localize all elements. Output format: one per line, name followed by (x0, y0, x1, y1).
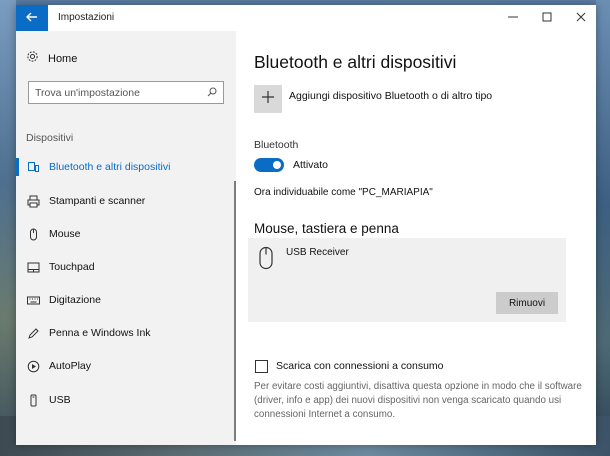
desktop-background-right (596, 0, 610, 456)
desktop-background-left (0, 0, 16, 456)
main-content: Bluetooth e altri dispositivi Aggiungi d… (236, 31, 596, 445)
sidebar-item-pen[interactable]: Penna e Windows Ink (16, 321, 236, 345)
sidebar-item-mouse[interactable]: Mouse (16, 222, 236, 246)
metered-description: Per evitare costi aggiuntivi, disattiva … (254, 381, 582, 420)
device-card[interactable]: USB Receiver Rimuovi (248, 238, 566, 322)
arrow-left-icon (26, 9, 38, 27)
devices-icon (26, 160, 40, 174)
add-device-label[interactable]: Aggiungi dispositivo Bluetooth o di altr… (289, 90, 492, 102)
bluetooth-label: Bluetooth (254, 139, 299, 151)
home-label: Home (48, 53, 78, 65)
keyboard-icon (26, 293, 40, 307)
metered-checkbox[interactable] (255, 360, 268, 373)
sidebar-item-label: Stampanti e scanner (49, 195, 146, 207)
sidebar-item-label: Digitazione (49, 294, 101, 306)
sidebar-item-usb[interactable]: USB (16, 388, 236, 412)
sidebar-item-label: Penna e Windows Ink (49, 327, 151, 339)
plus-icon (261, 90, 275, 109)
sidebar-item-touchpad[interactable]: Touchpad (16, 255, 236, 279)
back-button[interactable] (16, 5, 48, 31)
window-title: Impostazioni (58, 12, 115, 23)
sidebar-item-printers[interactable]: Stampanti e scanner (16, 189, 236, 213)
sidebar-item-label: Mouse (49, 228, 81, 240)
sidebar-item-label: USB (49, 394, 71, 406)
section-heading: Mouse, tastiera e penna (254, 221, 399, 236)
pen-icon (26, 326, 40, 340)
home-link[interactable]: Home (26, 50, 77, 68)
sidebar-item-label: AutoPlay (49, 360, 92, 372)
sidebar-item-bluetooth[interactable]: Bluetooth e altri dispositivi (16, 155, 236, 179)
sidebar-item-typing[interactable]: Digitazione (16, 288, 236, 312)
autoplay-icon (26, 359, 40, 373)
close-icon (576, 12, 586, 25)
maximize-button[interactable] (530, 5, 564, 31)
gear-icon (26, 50, 39, 68)
sidebar-item-label: Touchpad (49, 261, 95, 273)
search-icon (207, 84, 217, 102)
bluetooth-state: Attivato (293, 159, 329, 171)
device-name: USB Receiver (286, 247, 349, 258)
minimize-icon (508, 12, 518, 25)
section-title-devices: Dispositivi (26, 132, 74, 144)
maximize-icon (542, 12, 552, 25)
usb-icon (26, 393, 40, 407)
close-button[interactable] (564, 5, 596, 31)
search-input[interactable]: Trova un'impostazione (28, 81, 224, 104)
sidebar: Home Trova un'impostazione Dispositivi B… (16, 31, 236, 445)
title-bar: Impostazioni (16, 5, 596, 31)
printer-icon (26, 194, 40, 208)
remove-device-button[interactable]: Rimuovi (496, 292, 558, 314)
bluetooth-toggle[interactable] (254, 158, 284, 172)
page-title: Bluetooth e altri dispositivi (254, 52, 457, 72)
mouse-icon (258, 246, 274, 275)
metered-label[interactable]: Scarica con connessioni a consumo (276, 360, 444, 372)
sidebar-item-label: Bluetooth e altri dispositivi (49, 161, 171, 173)
touchpad-icon (26, 260, 40, 274)
discoverable-text: Ora individuabile come "PC_MARIAPIA" (254, 187, 433, 198)
toggle-knob (273, 161, 281, 169)
add-device-button[interactable] (254, 85, 282, 113)
minimize-button[interactable] (496, 5, 530, 31)
settings-window: Impostazioni Home Trova un'impostazione (16, 5, 596, 445)
search-placeholder: Trova un'impostazione (35, 86, 140, 99)
mouse-icon (26, 227, 40, 241)
sidebar-item-autoplay[interactable]: AutoPlay (16, 354, 236, 378)
